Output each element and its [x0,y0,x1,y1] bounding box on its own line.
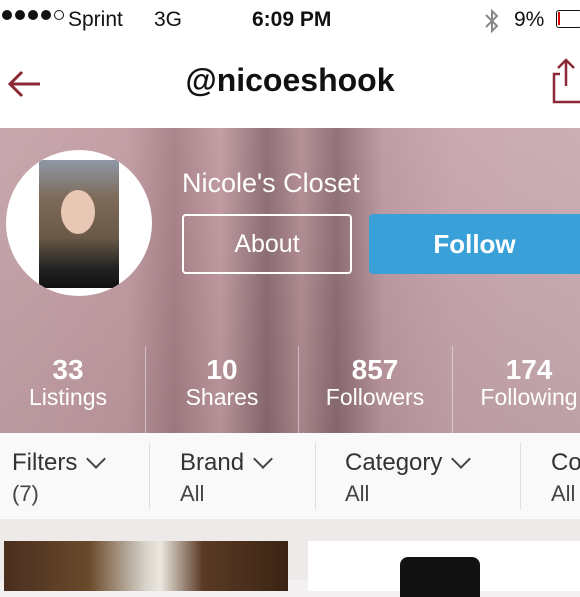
stat-value: 33 [52,354,84,385]
stat-label: Following [480,384,578,410]
filter-label: Filters [12,449,78,476]
stats-bar: 33 Listings 10 Shares 857 Followers 174 … [0,346,580,433]
chevron-down-icon [253,449,273,469]
navigation-bar: @nicoeshook [0,40,580,129]
closet-name: Nicole's Closet [182,168,360,198]
stat-label: Followers [325,384,425,410]
listing-thumbnail[interactable] [308,541,580,597]
about-button[interactable]: About [182,214,352,274]
filter-dropdown-category[interactable]: Category All [345,449,472,507]
filter-value: All [180,481,205,506]
listing-thumbnail[interactable] [4,541,288,591]
stat-listings[interactable]: 33 Listings [0,346,145,433]
share-icon[interactable] [550,56,580,106]
network-type: 3G [154,8,183,31]
stat-shares[interactable]: 10 Shares [145,346,299,433]
filter-dropdown-filters[interactable]: Filters (7) [12,449,107,507]
chevron-down-icon [451,449,472,469]
filter-label: Category [345,449,443,476]
stat-followers[interactable]: 857 Followers [298,346,452,433]
carrier-name: Sprint [68,8,123,31]
page-title: @nicoeshook [185,62,395,98]
filter-value: All [551,481,576,506]
filter-value: All [345,481,370,506]
stat-following[interactable]: 174 Following [452,346,580,433]
stat-label: Shares [185,384,259,410]
stat-value: 857 [351,354,399,385]
avatar[interactable] [6,150,152,296]
stat-label: Listings [29,384,107,410]
battery-percent: 9% [514,8,545,31]
filter-value: (7) [12,481,39,506]
chevron-down-icon [86,449,107,469]
signal-strength-icon [2,10,64,20]
filter-label: Co [551,449,580,476]
status-bar: Sprint 3G 6:09 PM 9% [0,0,580,40]
filter-dropdown-brand[interactable]: Brand All [180,449,273,507]
follow-button[interactable]: Follow [369,214,580,274]
battery-icon [556,10,580,28]
stat-value: 10 [206,354,238,385]
stat-value: 174 [505,354,553,385]
filter-dropdown-color[interactable]: Co All [551,449,580,507]
filter-label: Brand [180,449,245,476]
profile-header: Nicole's Closet About Follow 33 Listings… [0,128,580,433]
clock: 6:09 PM [252,8,332,31]
listing-grid [0,519,580,597]
filter-bar: Filters (7) Brand All Category All Co Al… [0,433,580,520]
bluetooth-icon [482,8,502,40]
